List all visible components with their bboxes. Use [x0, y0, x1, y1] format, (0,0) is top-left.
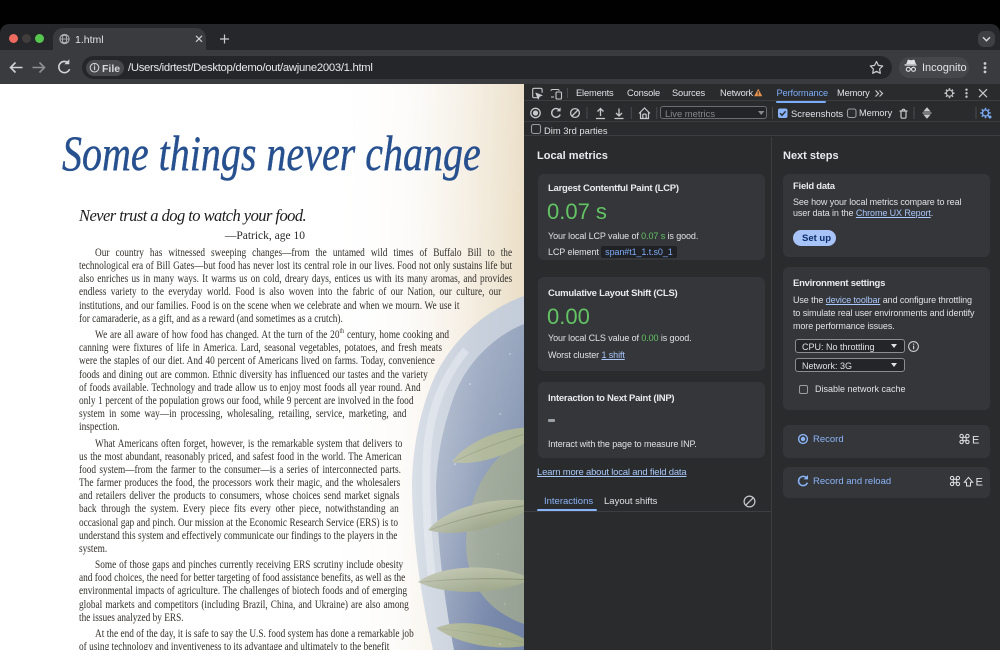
svg-text:E: E	[972, 434, 979, 446]
svg-text:E: E	[976, 476, 983, 488]
